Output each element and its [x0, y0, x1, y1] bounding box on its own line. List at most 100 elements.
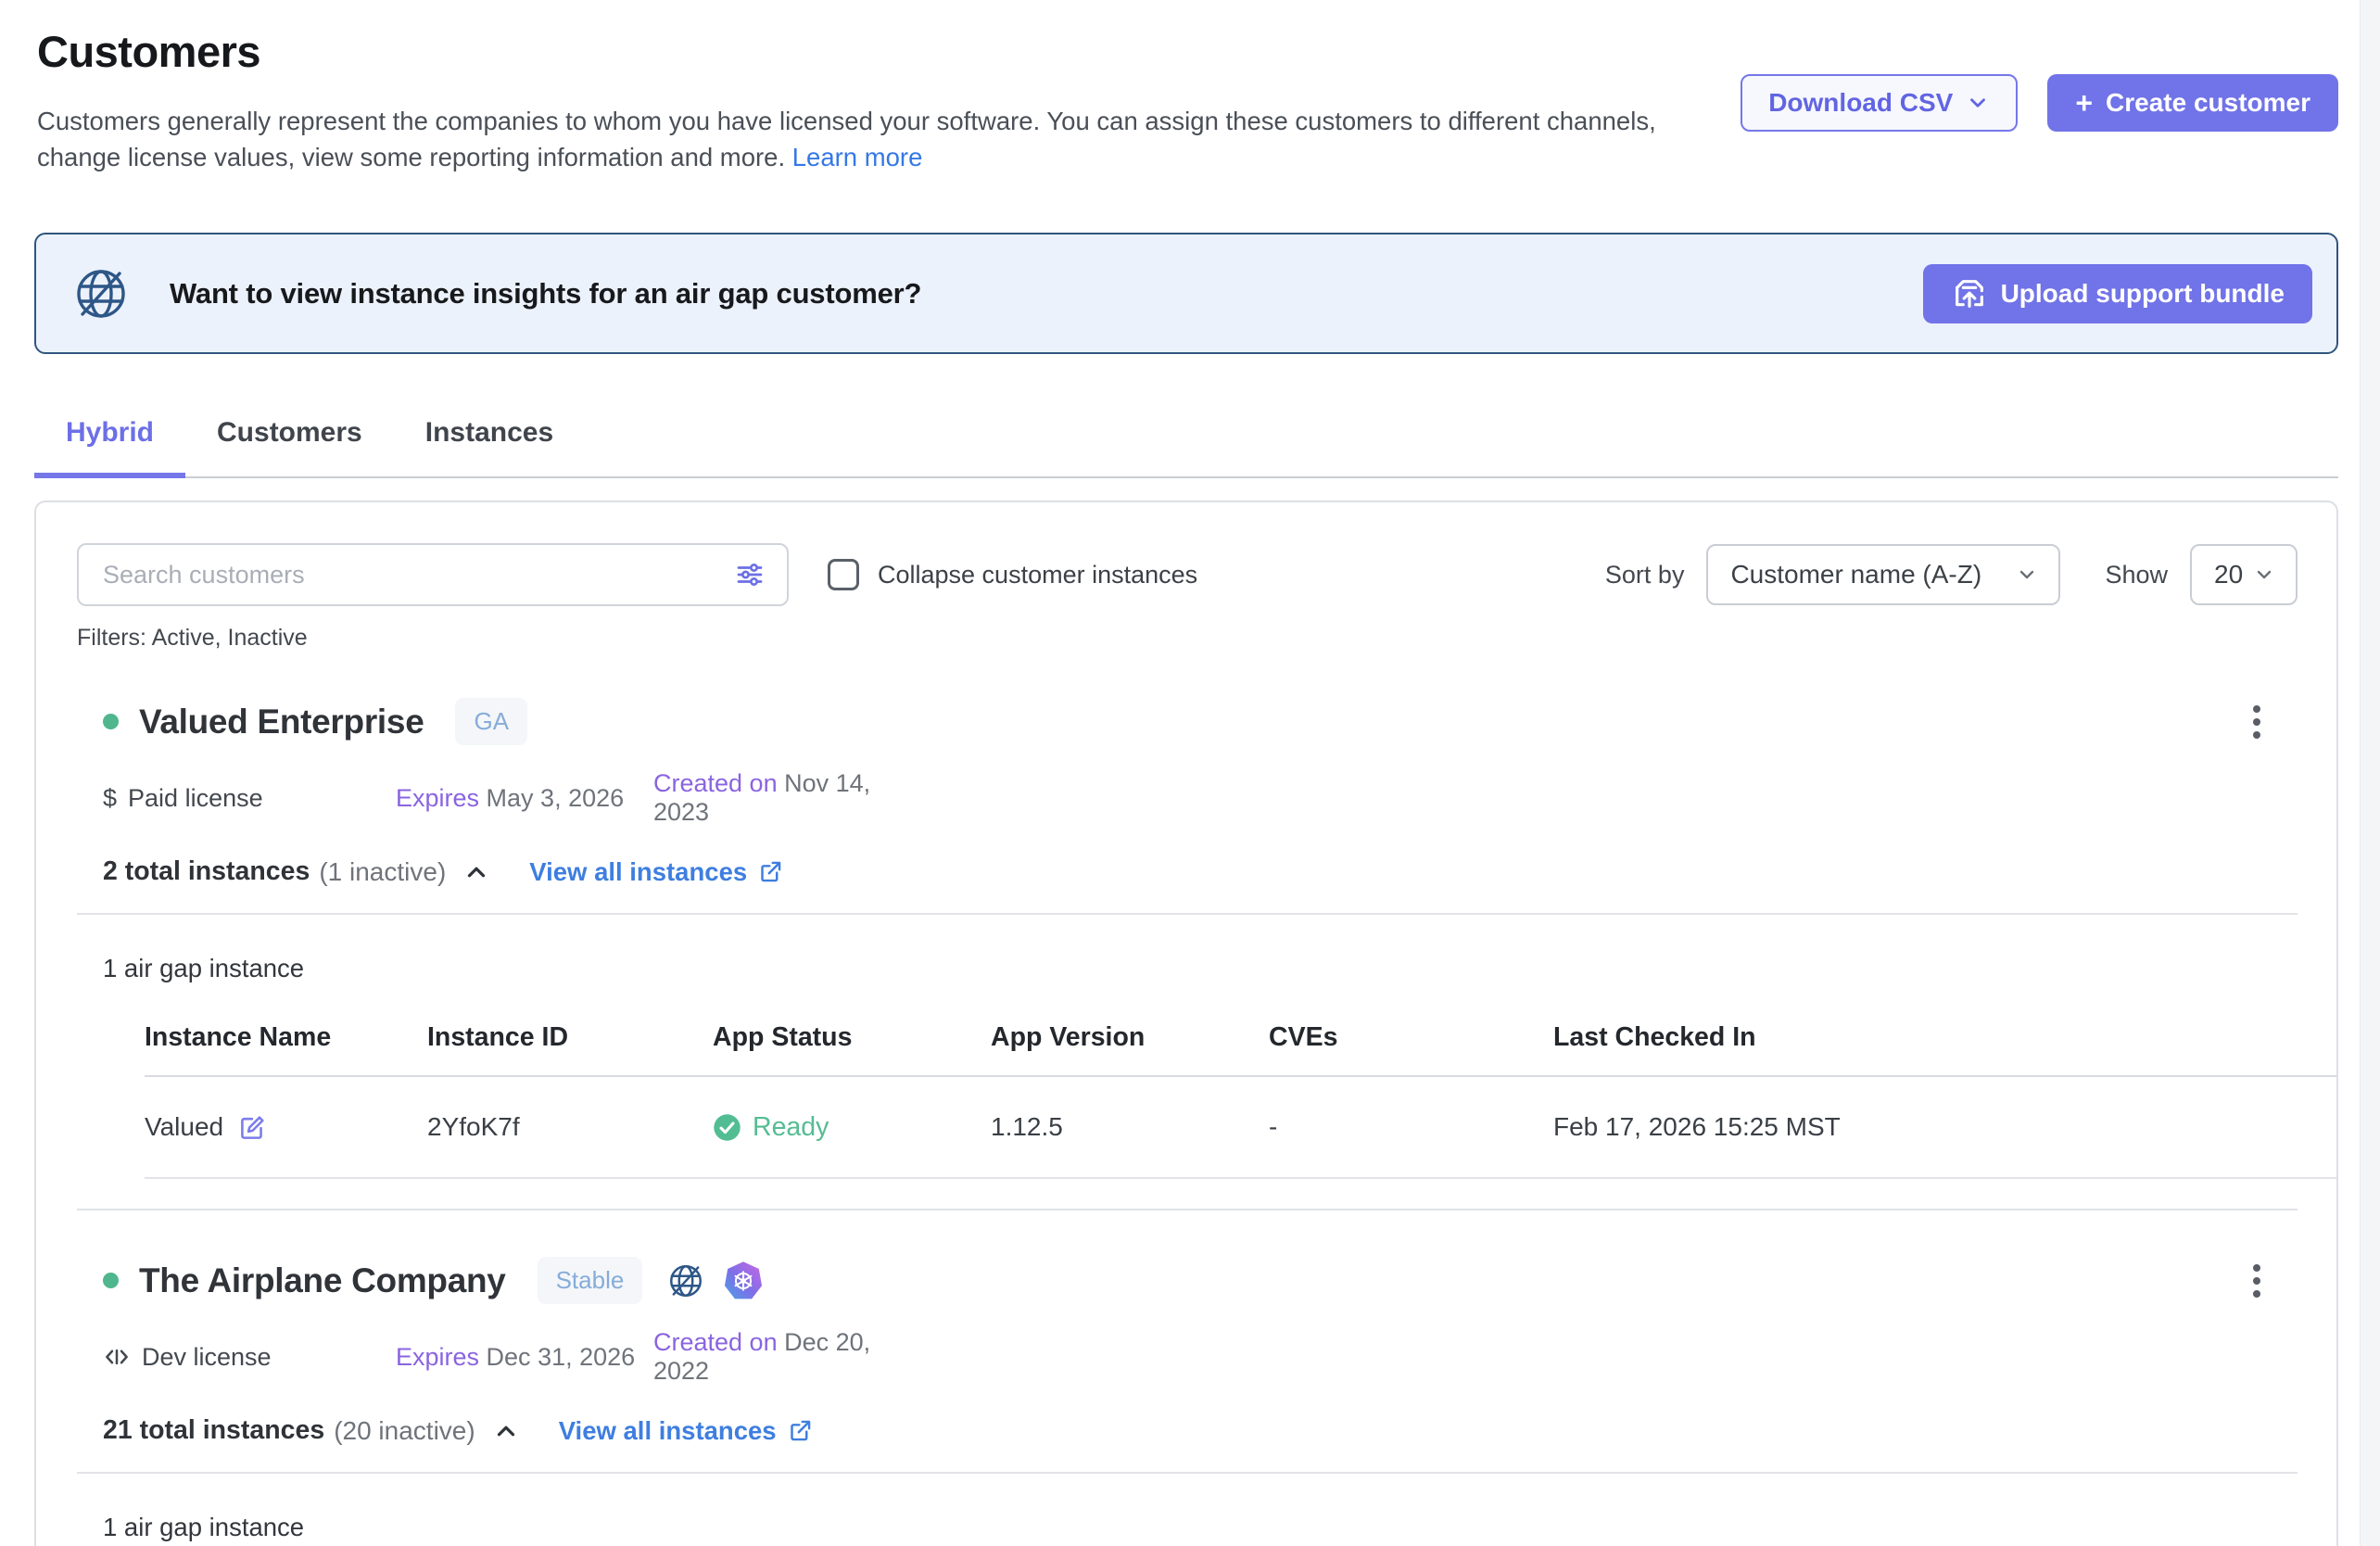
instances-table: Instance Name Instance ID App Status App… [145, 1022, 2336, 1179]
col-instance-id: Instance ID [427, 1022, 713, 1053]
download-csv-label: Download CSV [1768, 88, 1953, 118]
scrollbar-track[interactable] [2360, 0, 2380, 1546]
edit-icon[interactable] [238, 1113, 267, 1142]
search-input[interactable] [77, 543, 789, 606]
instances-table-header: Instance Name Instance ID App Status App… [145, 1022, 2336, 1077]
license-type-label: Paid license [128, 784, 263, 813]
external-link-icon [788, 1418, 813, 1443]
expires-date: Expires May 3, 2026 [396, 784, 653, 813]
customers-card: Collapse customer instances Sort by Cust… [34, 501, 2338, 1546]
page-header: Customers Customers generally represent … [37, 26, 2360, 175]
airgap-globe-icon [666, 1261, 705, 1300]
collapse-instances-toggle[interactable]: Collapse customer instances [828, 559, 1197, 590]
last-checked-in: Feb 17, 2026 15:25 MST [1553, 1112, 2336, 1142]
airgap-instance-count: 1 air gap instance [103, 1513, 2298, 1542]
create-customer-button[interactable]: + Create customer [2047, 74, 2338, 132]
chevron-down-icon [2253, 564, 2275, 586]
expires-label: Expires [396, 784, 479, 812]
collapse-chevron-up-icon[interactable] [462, 858, 490, 886]
customer-capability-icons [666, 1261, 763, 1301]
dollar-icon: $ [103, 784, 117, 813]
view-all-instances-label: View all instances [559, 1416, 777, 1446]
instance-id: 2YfoK7f [427, 1112, 713, 1142]
created-on-label: Created on [653, 1328, 778, 1356]
customer-card-valued-enterprise: Valued Enterprise GA $ Paid license Expi… [77, 698, 2298, 1210]
created-on-label: Created on [653, 769, 778, 797]
show-select[interactable]: 20 [2190, 544, 2298, 605]
tab-bar: Hybrid Customers Instances [34, 410, 2338, 478]
section-divider [77, 913, 2298, 915]
customer-menu-kebab-icon[interactable] [2247, 700, 2266, 744]
customer-name[interactable]: The Airplane Company [139, 1261, 506, 1300]
expires-value: May 3, 2026 [487, 784, 625, 812]
app-status: Ready [713, 1112, 991, 1143]
page-title: Customers [37, 26, 2360, 77]
view-all-instances-link[interactable]: View all instances [559, 1416, 813, 1446]
customer-menu-kebab-icon[interactable] [2247, 1259, 2266, 1303]
section-divider [77, 1472, 2298, 1474]
toolbar-right: Sort by Customer name (A-Z) Show 20 [1605, 544, 2298, 605]
col-last-checked-in: Last Checked In [1553, 1022, 2336, 1053]
header-actions: Download CSV + Create customer [1741, 74, 2338, 132]
show-label: Show [2105, 561, 2168, 589]
collapse-instances-label: Collapse customer instances [878, 561, 1197, 589]
tab-instances[interactable]: Instances [394, 410, 585, 478]
customer-name[interactable]: Valued Enterprise [139, 703, 424, 741]
chevron-down-icon [1966, 91, 1990, 115]
ready-check-icon [713, 1113, 741, 1142]
created-date: Created on Dec 20, 2022 [653, 1328, 911, 1386]
airgap-instance-count: 1 air gap instance [103, 954, 2298, 983]
learn-more-link[interactable]: Learn more [792, 143, 923, 171]
col-app-version: App Version [991, 1022, 1269, 1053]
license-type: $ Paid license [103, 784, 396, 813]
collapse-instances-checkbox[interactable] [828, 559, 859, 590]
tab-customers[interactable]: Customers [185, 410, 394, 478]
search-box [77, 543, 789, 606]
cves-value: - [1269, 1112, 1553, 1142]
filter-sliders-icon[interactable] [733, 558, 766, 591]
inactive-instances-count: (1 inactive) [319, 857, 446, 887]
upload-icon [1951, 275, 1988, 312]
dev-license-code-icon [103, 1343, 131, 1371]
app-version: 1.12.5 [991, 1112, 1269, 1142]
download-csv-button[interactable]: Download CSV [1741, 74, 2018, 132]
show-value: 20 [2214, 560, 2243, 589]
sort-by-select[interactable]: Customer name (A-Z) [1706, 544, 2060, 605]
sort-by-value: Customer name (A-Z) [1730, 560, 1981, 589]
expires-date: Expires Dec 31, 2026 [396, 1343, 653, 1372]
view-all-instances-link[interactable]: View all instances [529, 857, 783, 887]
expires-value: Dec 31, 2026 [487, 1343, 636, 1371]
channel-badge: Stable [538, 1257, 643, 1304]
channel-badge: GA [455, 698, 527, 745]
chevron-down-icon [2016, 564, 2038, 586]
customers-page: Customers Customers generally represent … [0, 0, 2380, 1546]
collapse-chevron-up-icon[interactable] [492, 1417, 520, 1445]
app-status-label: Ready [753, 1112, 829, 1143]
active-status-dot [103, 714, 119, 729]
total-instances-count: 2 total instances [103, 856, 310, 887]
active-filters-text: Filters: Active, Inactive [77, 625, 2298, 652]
col-app-status: App Status [713, 1022, 991, 1053]
customer-card-airplane-company: The Airplane Company Stable [77, 1257, 2298, 1546]
create-customer-label: Create customer [2106, 88, 2310, 118]
customer-divider [77, 1209, 2298, 1210]
embedded-cluster-kubernetes-icon [724, 1261, 763, 1301]
page-description: Customers generally represent the compan… [37, 103, 1659, 175]
col-cves: CVEs [1269, 1022, 1553, 1053]
license-type-label: Dev license [142, 1343, 272, 1372]
inactive-instances-count: (20 inactive) [334, 1416, 475, 1446]
license-type: Dev license [103, 1343, 396, 1372]
upload-support-bundle-label: Upload support bundle [2001, 279, 2285, 309]
instance-row: Valued 2YfoK7f Ready [145, 1077, 2336, 1179]
banner-title: Want to view instance insights for an ai… [170, 277, 921, 310]
tab-hybrid[interactable]: Hybrid [34, 410, 185, 478]
instance-name: Valued [145, 1112, 223, 1142]
upload-support-bundle-button[interactable]: Upload support bundle [1923, 264, 2312, 323]
external-link-icon [758, 859, 783, 884]
created-date: Created on Nov 14, 2023 [653, 769, 911, 827]
expires-label: Expires [396, 1343, 479, 1371]
airgap-banner: Want to view instance insights for an ai… [34, 233, 2338, 354]
col-instance-name: Instance Name [145, 1022, 427, 1053]
active-status-dot [103, 1273, 119, 1288]
view-all-instances-label: View all instances [529, 857, 747, 887]
